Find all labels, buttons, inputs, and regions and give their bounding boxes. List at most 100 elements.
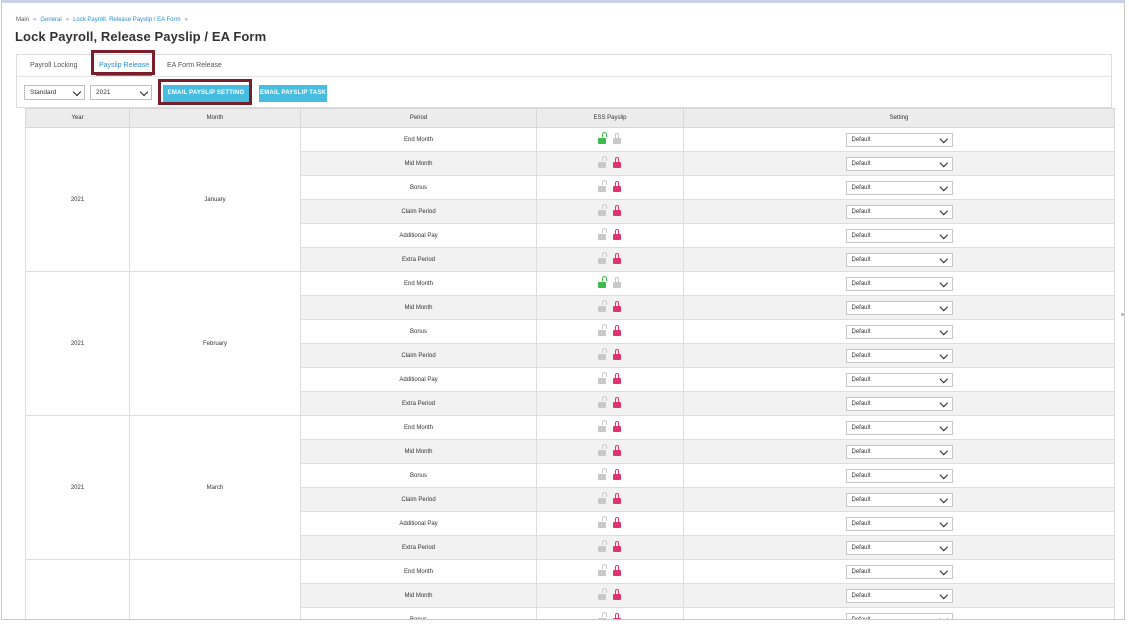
setting-select[interactable]: Default (845, 228, 953, 243)
resize-handle[interactable] (1121, 313, 1124, 316)
setting-select[interactable]: Default (845, 444, 953, 459)
chevron-down-icon (939, 590, 948, 599)
period-cell: Mid Month (300, 583, 537, 608)
period-cell: End Month (300, 559, 537, 584)
lock-icon[interactable] (613, 421, 622, 432)
lock-icon[interactable] (613, 373, 622, 384)
lock-icon[interactable] (613, 157, 622, 168)
setting-select[interactable]: Default (845, 180, 953, 195)
lock-icon[interactable] (613, 493, 622, 504)
unlock-icon[interactable] (598, 252, 607, 264)
unlock-icon[interactable] (598, 180, 607, 192)
unlock-icon[interactable] (598, 588, 607, 600)
setting-select[interactable]: Default (845, 564, 953, 579)
lock-icon[interactable] (613, 181, 622, 192)
breadcrumb-section[interactable]: General (40, 17, 61, 23)
lock-icon[interactable] (613, 229, 622, 240)
setting-select[interactable]: Default (845, 540, 953, 555)
setting-value: Default (851, 184, 871, 191)
unlock-icon[interactable] (598, 348, 607, 360)
unlock-icon[interactable] (598, 372, 607, 384)
period-cell: End Month (300, 127, 537, 152)
lock-icon[interactable] (613, 565, 622, 576)
setting-value: Default (851, 400, 871, 407)
email-payslip-task-button[interactable]: EMAIL PAYSLIP TASK (259, 85, 327, 102)
lock-icon[interactable] (613, 397, 622, 408)
chevron-down-icon (939, 158, 948, 167)
chevron-down-icon (939, 134, 948, 143)
lock-icon[interactable] (613, 517, 622, 528)
unlock-icon[interactable] (598, 540, 607, 552)
tab-payroll-locking[interactable]: Payroll Locking (27, 55, 80, 77)
setting-select[interactable]: Default (845, 588, 953, 603)
unlock-icon[interactable] (598, 492, 607, 504)
unlock-icon[interactable] (598, 324, 607, 336)
setting-cell: Default (683, 271, 1115, 296)
unlock-icon[interactable] (598, 228, 607, 240)
setting-select[interactable]: Default (845, 492, 953, 507)
setting-cell: Default (683, 391, 1115, 416)
unlock-icon[interactable] (598, 396, 607, 408)
year-cell (25, 559, 130, 619)
unlock-icon[interactable] (598, 132, 607, 144)
setting-select[interactable]: Default (845, 276, 953, 291)
setting-select[interactable]: Default (845, 204, 953, 219)
lock-icon[interactable] (613, 349, 622, 360)
tab-highlight-box (91, 50, 155, 75)
setting-cell: Default (683, 223, 1115, 248)
lock-icon[interactable] (613, 469, 622, 480)
unlock-icon[interactable] (598, 444, 607, 456)
setting-select[interactable]: Default (845, 300, 953, 315)
table-row: 2021 January End Month Default (25, 127, 1115, 272)
unlock-icon[interactable] (598, 564, 607, 576)
lock-icon[interactable] (613, 205, 622, 216)
table-row: End Month Default (25, 559, 1115, 619)
header-month: Month (129, 108, 301, 128)
setting-value: Default (851, 304, 871, 311)
unlock-icon[interactable] (598, 516, 607, 528)
period-cell: Extra Period (300, 535, 537, 560)
setting-select[interactable]: Default (845, 516, 953, 531)
setting-value: Default (851, 208, 871, 215)
setting-select[interactable]: Default (845, 468, 953, 483)
unlock-icon[interactable] (598, 468, 607, 480)
lock-icon[interactable] (613, 613, 622, 619)
period-cell: Extra Period (300, 391, 537, 416)
unlock-icon[interactable] (598, 156, 607, 168)
lock-icon[interactable] (613, 589, 622, 600)
period-cell: Bonus (300, 463, 537, 488)
breadcrumb-home[interactable]: Main (16, 17, 29, 23)
lock-icon[interactable] (613, 301, 622, 312)
ess-payslip-cell (536, 343, 684, 368)
setting-select[interactable]: Default (845, 132, 953, 147)
setting-select[interactable]: Default (845, 396, 953, 411)
setting-select[interactable]: Default (845, 372, 953, 387)
unlock-icon[interactable] (598, 420, 607, 432)
payroll-type-select[interactable]: Standard (24, 85, 85, 100)
lock-icon[interactable] (613, 133, 622, 144)
lock-icon[interactable] (613, 445, 622, 456)
setting-select[interactable]: Default (845, 324, 953, 339)
unlock-icon[interactable] (598, 300, 607, 312)
unlock-icon[interactable] (598, 204, 607, 216)
setting-select[interactable]: Default (845, 252, 953, 267)
setting-select[interactable]: Default (845, 612, 953, 619)
unlock-icon[interactable] (598, 276, 607, 288)
chevron-down-icon (939, 542, 948, 551)
year-select[interactable]: 2021 (90, 85, 152, 100)
breadcrumb-current[interactable]: Lock Payroll, Release Payslip / EA Form (73, 17, 180, 23)
tab-ea-form-release[interactable]: EA Form Release (164, 55, 225, 77)
lock-icon[interactable] (613, 541, 622, 552)
lock-icon[interactable] (613, 325, 622, 336)
setting-select[interactable]: Default (845, 156, 953, 171)
lock-icon[interactable] (613, 253, 622, 264)
period-cell: Additional Pay (300, 511, 537, 536)
setting-select[interactable]: Default (845, 348, 953, 363)
breadcrumb: Main» General» Lock Payroll, Release Paysl… (16, 17, 192, 23)
breadcrumb-separator: » (65, 17, 70, 23)
unlock-icon[interactable] (598, 612, 607, 619)
lock-icon[interactable] (613, 277, 622, 288)
setting-select[interactable]: Default (845, 420, 953, 435)
ess-payslip-cell (536, 535, 684, 560)
chevron-down-icon (939, 494, 948, 503)
